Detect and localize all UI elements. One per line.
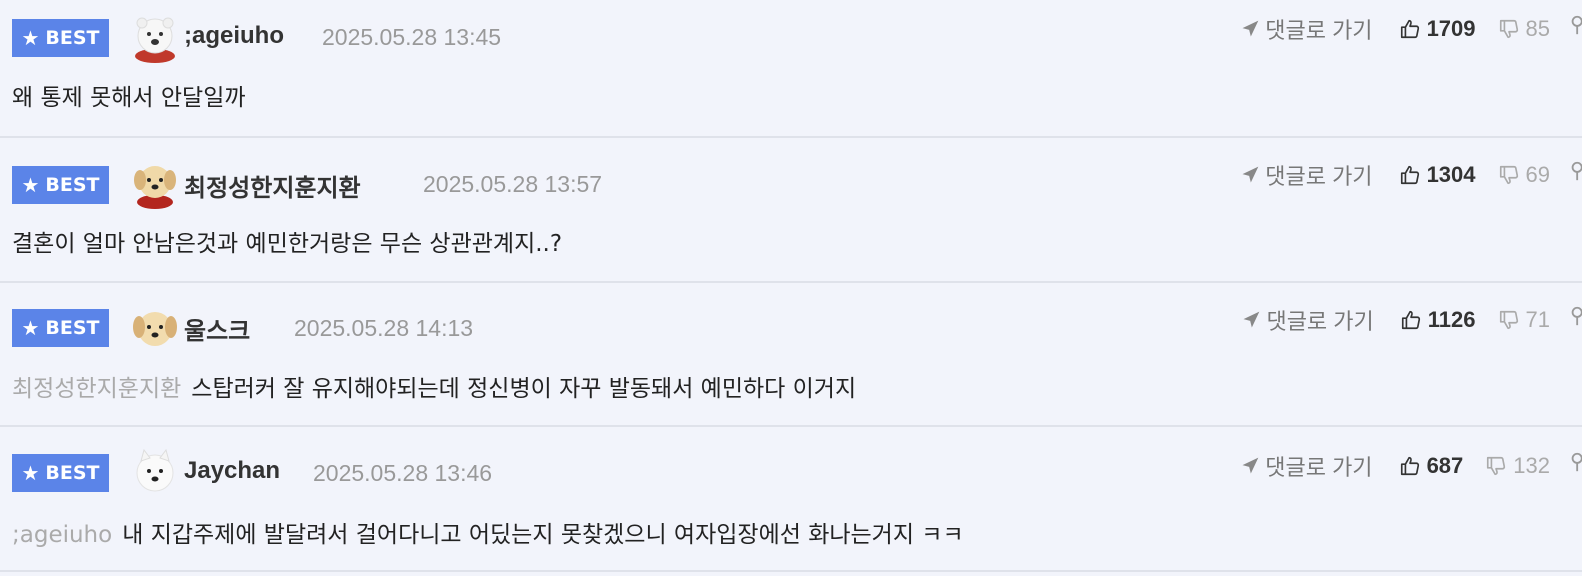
comment-text: 왜 통제 못해서 안달일까: [12, 85, 246, 111]
dislike-count: 85: [1525, 16, 1550, 41]
comment-text: 결혼이 얼마 안남은것과 예민한거랑은 무슨 상관관계지..?: [12, 231, 563, 257]
dislike-button[interactable]: 71: [1498, 307, 1550, 333]
goto-comment-link[interactable]: 댓글로 가기: [1241, 304, 1374, 336]
comment-item: ★ BEST 울스크 2025.05.28 14:13 댓글로 가기 1126 …: [0, 283, 1582, 427]
send-arrow-icon: [1240, 19, 1260, 39]
goto-comment-link[interactable]: 댓글로 가기: [1240, 13, 1373, 45]
best-badge-label: BEST: [45, 317, 100, 339]
comment-header: ★ BEST Jaychan 2025.05.28 13:46 댓글로 가기 6…: [0, 427, 1582, 497]
dislike-count: 71: [1525, 307, 1550, 332]
comment-text: 내 지갑주제에 발달려서 걸어다니고 어딨는지 못찾겠으니 여자입장에선 화나는…: [122, 522, 964, 548]
reply-to-mention[interactable]: ;ageiuho: [12, 522, 112, 548]
like-count: 687: [1426, 453, 1464, 478]
goto-comment-label: 댓글로 가기: [1266, 309, 1374, 334]
best-badge: ★ BEST: [12, 454, 109, 492]
more-options-icon[interactable]: [1568, 451, 1582, 481]
best-badge: ★ BEST: [12, 19, 109, 57]
comment-text: 스탑러커 잘 유지해야되는데 정신병이 자꾸 발동돼서 예민하다 이거지: [191, 376, 857, 402]
comment-date: 2025.05.28 13:45: [322, 24, 502, 50]
thumbs-up-icon: [1399, 18, 1421, 40]
comment-actions: 댓글로 가기 1304 69: [1240, 160, 1582, 190]
star-icon: ★: [21, 316, 40, 340]
best-badge-label: BEST: [45, 174, 100, 196]
comment-actions: 댓글로 가기 1126 71: [1241, 305, 1582, 335]
comment-date: 2025.05.28 14:13: [294, 315, 474, 341]
comment-body: 왜 통제 못해서 안달일까: [12, 78, 246, 112]
more-options-icon[interactable]: [1568, 160, 1582, 190]
thumbs-down-icon: [1485, 455, 1507, 477]
comment-actions: 댓글로 가기 1709 85: [1240, 14, 1582, 44]
avatar-polar-bear-icon[interactable]: [129, 12, 181, 64]
star-icon: ★: [21, 173, 40, 197]
author-name[interactable]: ;ageiuho: [184, 22, 284, 50]
comment-item: ★ BEST Jaychan 2025.05.28 13:46 댓글로 가기 6…: [0, 427, 1582, 572]
send-arrow-icon: [1240, 456, 1260, 476]
like-count: 1126: [1427, 307, 1476, 332]
thumbs-down-icon: [1498, 18, 1520, 40]
like-button[interactable]: 687: [1399, 453, 1464, 479]
author-name[interactable]: Jaychan: [184, 457, 280, 485]
dislike-button[interactable]: 85: [1498, 16, 1550, 42]
thumbs-up-icon: [1399, 164, 1421, 186]
like-button[interactable]: 1709: [1399, 16, 1476, 42]
goto-comment-label: 댓글로 가기: [1265, 18, 1373, 43]
comment-header: ★ BEST ;ageiuho 2025.05.28 13:45 댓글로 가기: [0, 0, 1582, 70]
comment-item: ★ BEST 최정성한지훈지환 2025.05.28 13:57 댓글로 가기: [0, 138, 1582, 283]
comment-actions: 댓글로 가기 687 132: [1240, 451, 1582, 481]
send-arrow-icon: [1241, 310, 1261, 330]
author-name[interactable]: 최정성한지훈지환: [184, 168, 361, 203]
author-name[interactable]: 울스크: [184, 311, 250, 346]
like-button[interactable]: 1304: [1399, 162, 1476, 188]
dislike-button[interactable]: 132: [1485, 453, 1550, 479]
dislike-count: 69: [1525, 162, 1550, 187]
thumbs-up-icon: [1400, 309, 1422, 331]
like-count: 1304: [1426, 162, 1476, 187]
comment-body: ;ageiuho 내 지갑주제에 발달려서 걸어다니고 어딨는지 못찾겠으니 여자…: [12, 515, 964, 549]
goto-comment-label: 댓글로 가기: [1265, 164, 1373, 189]
avatar-puppy-icon[interactable]: [129, 158, 181, 210]
star-icon: ★: [21, 26, 40, 50]
goto-comment-link[interactable]: 댓글로 가기: [1240, 159, 1373, 191]
comment-header: ★ BEST 최정성한지훈지환 2025.05.28 13:57 댓글로 가기: [0, 138, 1582, 210]
best-badge-label: BEST: [45, 27, 100, 49]
goto-comment-link[interactable]: 댓글로 가기: [1240, 450, 1373, 482]
thumbs-down-icon: [1498, 309, 1520, 331]
thumbs-down-icon: [1498, 164, 1520, 186]
avatar-white-dog-icon[interactable]: [129, 447, 181, 499]
like-count: 1709: [1426, 16, 1476, 41]
comment-body: 최정성한지훈지환 스탑러커 잘 유지해야되는데 정신병이 자꾸 발동돼서 예민하다…: [12, 369, 856, 403]
like-button[interactable]: 1126: [1400, 307, 1476, 333]
more-options-icon[interactable]: [1568, 14, 1582, 44]
goto-comment-label: 댓글로 가기: [1265, 455, 1373, 480]
more-options-icon[interactable]: [1568, 305, 1582, 335]
comment-date: 2025.05.28 13:46: [313, 460, 493, 486]
best-badge-label: BEST: [45, 462, 100, 484]
comment-header: ★ BEST 울스크 2025.05.28 14:13 댓글로 가기 1126 …: [0, 283, 1582, 353]
thumbs-up-icon: [1399, 455, 1421, 477]
dislike-button[interactable]: 69: [1498, 162, 1550, 188]
comment-body: 결혼이 얼마 안남은것과 예민한거랑은 무슨 상관관계지..?: [12, 224, 562, 258]
comment-item: ★ BEST ;ageiuho 2025.05.28 13:45 댓글로 가기: [0, 0, 1582, 138]
send-arrow-icon: [1240, 165, 1260, 185]
best-comments-list: ★ BEST ;ageiuho 2025.05.28 13:45 댓글로 가기: [0, 0, 1582, 572]
reply-to-mention[interactable]: 최정성한지훈지환: [12, 376, 181, 402]
dislike-count: 132: [1513, 453, 1550, 478]
avatar-puppy-icon[interactable]: [129, 303, 181, 355]
best-badge: ★ BEST: [12, 309, 109, 347]
comment-date: 2025.05.28 13:57: [423, 171, 603, 197]
best-badge: ★ BEST: [12, 166, 109, 204]
star-icon: ★: [21, 461, 40, 485]
